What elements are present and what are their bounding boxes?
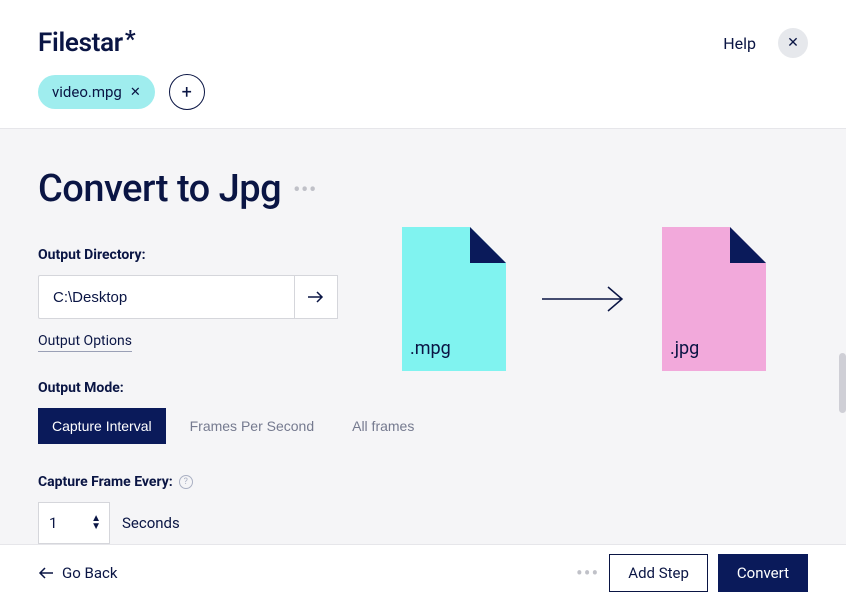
mode-all-frames[interactable]: All frames: [338, 408, 428, 444]
capture-interval-value: 1: [49, 514, 57, 532]
source-file-icon: .mpg: [402, 227, 506, 371]
file-chip[interactable]: video.mpg ✕: [38, 75, 155, 109]
page-title: Convert to Jpg: [38, 167, 281, 211]
add-file-button[interactable]: +: [169, 74, 205, 110]
scrollbar[interactable]: [839, 353, 846, 413]
title-more-icon[interactable]: •••: [293, 177, 317, 201]
source-ext-label: .mpg: [410, 338, 451, 359]
go-back-label: Go Back: [62, 564, 117, 582]
close-icon: ✕: [787, 35, 799, 51]
target-file-icon: .jpg: [662, 227, 766, 371]
arrow-right-icon: [307, 290, 325, 304]
convert-arrow-icon: [540, 284, 628, 314]
output-directory-input[interactable]: [38, 275, 294, 319]
browse-directory-button[interactable]: [294, 275, 338, 319]
plus-icon: +: [182, 82, 192, 103]
convert-button[interactable]: Convert: [718, 554, 808, 592]
output-options-link[interactable]: Output Options: [38, 333, 132, 352]
capture-unit-label: Seconds: [122, 514, 180, 532]
logo-text: Filestar: [38, 28, 123, 58]
capture-interval-label: Capture Frame Every:: [38, 474, 173, 490]
add-step-button[interactable]: Add Step: [609, 554, 708, 592]
go-back-button[interactable]: Go Back: [38, 564, 117, 582]
conversion-illustration: .mpg .jpg: [402, 227, 766, 371]
mode-frames-per-second[interactable]: Frames Per Second: [176, 408, 329, 444]
stepper-down-icon[interactable]: ▼: [91, 523, 101, 531]
output-mode-label: Output Mode:: [38, 380, 808, 396]
mode-capture-interval[interactable]: Capture Interval: [38, 408, 166, 444]
target-ext-label: .jpg: [670, 338, 699, 359]
remove-file-icon[interactable]: ✕: [130, 85, 141, 100]
close-button[interactable]: ✕: [778, 28, 808, 58]
help-link[interactable]: Help: [723, 34, 756, 53]
footer-more-icon[interactable]: •••: [576, 561, 599, 585]
app-logo: Filestar *: [38, 28, 135, 58]
file-chip-label: video.mpg: [52, 83, 122, 101]
logo-star-icon: *: [125, 25, 135, 53]
help-tooltip-icon[interactable]: ?: [179, 475, 193, 489]
arrow-left-icon: [38, 567, 54, 579]
capture-interval-stepper[interactable]: 1 ▲ ▼: [38, 502, 110, 544]
